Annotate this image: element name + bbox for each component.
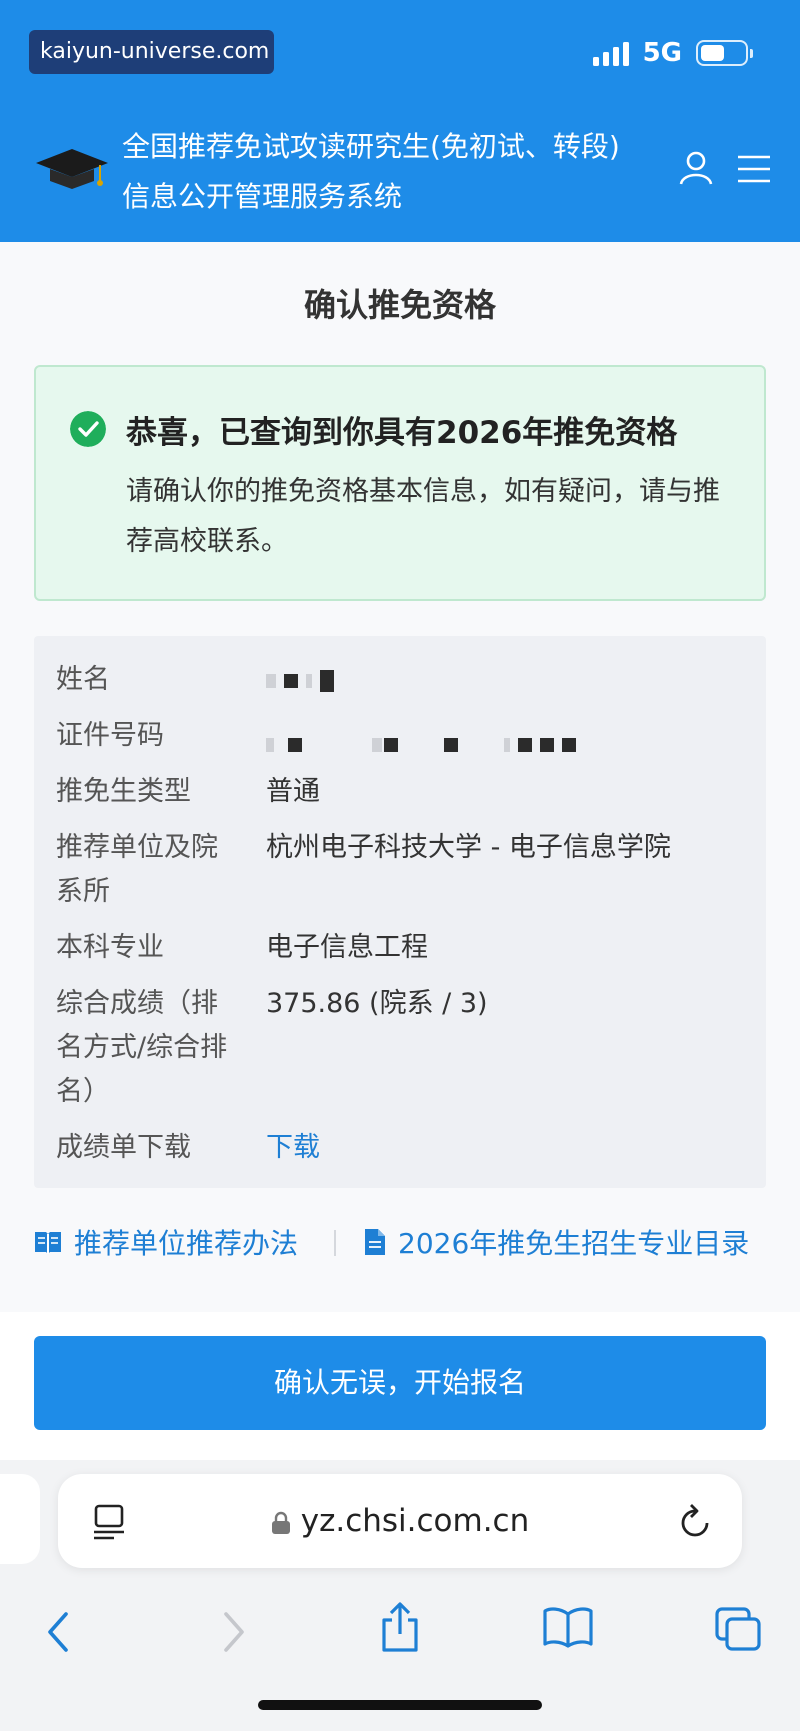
book-icon xyxy=(35,1232,61,1254)
info-label: 成绩单下载 xyxy=(56,1132,191,1163)
catalog-link[interactable]: 2026年推免生招生专业目录 xyxy=(364,1222,749,1262)
info-panel: 姓名 证件号码 推免生类型 普通 推荐单位及院系所 杭州电子科技大学 - 电子信… xyxy=(34,636,766,1188)
info-label: 推免生类型 xyxy=(56,776,191,807)
forward-icon[interactable] xyxy=(220,1610,248,1654)
share-icon[interactable] xyxy=(378,1600,422,1654)
confirm-register-button[interactable]: 确认无误，开始报名 xyxy=(34,1336,766,1430)
cta-area: 确认无误，开始报名 xyxy=(0,1312,800,1460)
info-value: 375.86 (院系 / 3) xyxy=(266,988,488,1019)
signal-icon xyxy=(592,40,629,66)
browser-chrome: yz.chsi.com.cn xyxy=(0,1460,800,1731)
site-title-line1: 全国推荐免试攻读研究生(免初试、转段) xyxy=(122,130,620,163)
success-description: 请确认你的推免资格基本信息，如有疑问，请与推荐高校联系。 xyxy=(126,476,720,557)
home-indicator xyxy=(258,1700,542,1710)
lock-icon xyxy=(271,1511,290,1534)
site-title-line2: 信息公开管理服务系统 xyxy=(122,180,403,213)
menu-icon[interactable] xyxy=(736,154,772,184)
info-label: 综合成绩（排名方式/综合排名） xyxy=(56,988,228,1107)
site-title: 全国推荐免试攻读研究生(免初试、转段) 信息公开管理服务系统 xyxy=(122,122,662,222)
graduation-cap-icon xyxy=(36,149,108,189)
related-links: 推荐单位推荐办法 2026年推免生招生专业目录 xyxy=(34,1222,774,1262)
success-title: 恭喜，已查询到你具有2026年推免资格 xyxy=(126,415,678,451)
info-value: 杭州电子科技大学 - 电子信息学院 xyxy=(266,832,671,863)
info-value: 电子信息工程 xyxy=(266,932,428,963)
url-text: yz.chsi.com.cn xyxy=(300,1503,530,1539)
check-circle-icon xyxy=(70,411,106,447)
success-alert: 恭喜，已查询到你具有2026年推免资格 请确认你的推免资格基本信息，如有疑问，请… xyxy=(34,365,766,601)
document-icon xyxy=(365,1229,385,1255)
battery-icon xyxy=(696,40,753,66)
url-display: yz.chsi.com.cn xyxy=(58,1474,742,1568)
watermark-overlay: kaiyun-universe.com xyxy=(29,30,274,74)
redacted-name xyxy=(266,658,342,702)
back-icon[interactable] xyxy=(44,1610,72,1654)
address-bar[interactable]: yz.chsi.com.cn xyxy=(58,1474,742,1568)
catalog-label: 2026年推免生招生专业目录 xyxy=(398,1227,750,1260)
status-bar-right: 5G xyxy=(592,36,753,70)
previous-tab[interactable] xyxy=(0,1474,40,1564)
info-value: 普通 xyxy=(266,776,320,807)
download-link[interactable]: 下载 xyxy=(266,1126,320,1170)
recommend-method-label: 推荐单位推荐办法 xyxy=(74,1227,299,1260)
recommend-method-link[interactable]: 推荐单位推荐办法 xyxy=(34,1222,298,1262)
redacted-id-number xyxy=(266,722,584,766)
info-label: 本科专业 xyxy=(56,932,164,963)
info-label: 推荐单位及院系所 xyxy=(56,832,218,907)
bookmarks-icon[interactable] xyxy=(542,1606,594,1648)
network-type: 5G xyxy=(642,38,682,68)
info-label: 证件号码 xyxy=(56,720,164,751)
info-label: 姓名 xyxy=(56,664,110,695)
browser-toolbar xyxy=(0,1580,800,1690)
reload-icon[interactable] xyxy=(678,1502,712,1540)
link-separator xyxy=(334,1230,336,1256)
tabs-icon[interactable] xyxy=(714,1606,762,1652)
user-icon[interactable] xyxy=(678,150,714,186)
page-title: 确认推免资格 xyxy=(303,286,496,324)
app-header: kaiyun-universe.com 5G 全国推荐免试攻读研究生(免初试、转… xyxy=(0,0,800,242)
